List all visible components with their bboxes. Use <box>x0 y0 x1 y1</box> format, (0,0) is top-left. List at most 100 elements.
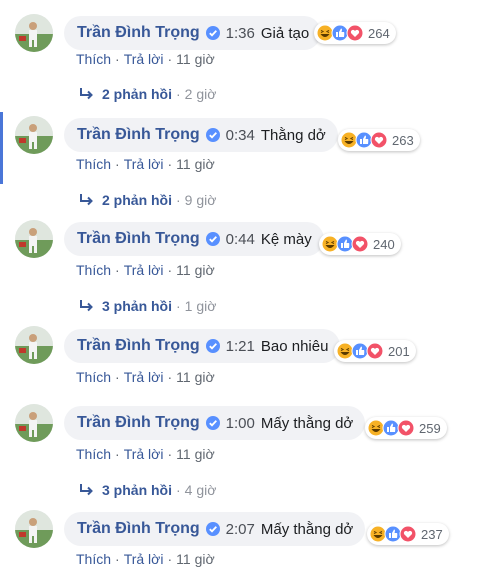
reaction-count: 201 <box>388 343 410 359</box>
comment-bubble: Trần Đình Trọng 1:00 Mấy thằng dở <box>64 406 366 440</box>
like-link[interactable]: Thích <box>76 369 111 385</box>
reply-arrow-icon <box>78 193 94 207</box>
reply-arrow-icon <box>78 299 94 313</box>
reaction-summary[interactable]: 237 <box>367 523 449 545</box>
like-link[interactable]: Thích <box>76 446 111 462</box>
separator-dot: · <box>167 369 173 385</box>
comment-bubble: Trần Đình Trọng 0:44 Kệ mày <box>64 222 324 256</box>
reply-link[interactable]: Trả lời <box>124 446 164 462</box>
avatar[interactable] <box>15 14 53 52</box>
reaction-count: 259 <box>419 420 441 436</box>
comment-age: 11 giờ <box>176 156 215 172</box>
comment-text: Mấy thằng dở <box>260 520 354 538</box>
reaction-count: 264 <box>368 25 390 41</box>
verified-badge-icon <box>205 339 220 353</box>
comment-author[interactable]: Trần Đình Trọng <box>77 24 200 42</box>
comment-text: Mấy thằng dở <box>260 414 354 432</box>
love-icon <box>370 131 388 149</box>
separator-dot: · <box>167 551 173 567</box>
comment-item: Trần Đình Trọng 0:34 Thằng dở 263 Thích ·… <box>0 104 494 214</box>
reaction-count: 240 <box>373 236 395 252</box>
like-link[interactable]: Thích <box>76 262 111 278</box>
verified-badge-icon <box>205 26 220 40</box>
like-link[interactable]: Thích <box>76 156 111 172</box>
video-timestamp-link[interactable]: 1:36 <box>226 25 255 42</box>
reply-arrow-icon <box>78 87 94 101</box>
comment-author[interactable]: Trần Đình Trọng <box>77 520 200 538</box>
comment-actions: Thích · Trả lời · 11 giờ <box>76 262 215 278</box>
separator-dot: · <box>115 262 120 278</box>
comment-age: 11 giờ <box>176 369 215 385</box>
separator-dot: · <box>115 551 120 567</box>
replies-age: 9 giờ <box>184 192 217 208</box>
separator-dot: · <box>115 369 120 385</box>
reply-link[interactable]: Trả lời <box>124 156 164 172</box>
separator-dot: · <box>176 86 181 102</box>
reply-arrow-icon <box>78 483 94 497</box>
avatar[interactable] <box>15 326 53 364</box>
like-link[interactable]: Thích <box>76 551 111 567</box>
separator-dot: · <box>115 446 120 462</box>
reaction-summary[interactable]: 259 <box>365 417 447 439</box>
reaction-summary[interactable]: 264 <box>314 22 396 44</box>
view-replies-link[interactable]: 3 phản hồi · 4 giờ <box>78 482 216 498</box>
verified-badge-icon <box>205 522 220 536</box>
comment-age: 11 giờ <box>176 551 215 567</box>
comment-author[interactable]: Trần Đình Trọng <box>77 414 200 432</box>
reaction-summary[interactable]: 240 <box>319 233 401 255</box>
video-timestamp-link[interactable]: 1:00 <box>226 415 255 432</box>
comment-bubble: Trần Đình Trọng 0:34 Thằng dở <box>64 118 338 152</box>
verified-badge-icon <box>205 416 220 430</box>
separator-dot: · <box>167 262 173 278</box>
replies-age: 1 giờ <box>184 298 217 314</box>
reaction-summary[interactable]: 263 <box>338 129 420 151</box>
comment-author[interactable]: Trần Đình Trọng <box>77 337 200 355</box>
comment-text: Giả tạo <box>260 24 310 42</box>
view-replies-link[interactable]: 2 phản hồi · 2 giờ <box>78 86 216 102</box>
comment-actions: Thích · Trả lời · 11 giờ <box>76 446 215 462</box>
comment-age: 11 giờ <box>176 446 215 462</box>
avatar[interactable] <box>15 220 53 258</box>
reply-link[interactable]: Trả lời <box>124 551 164 567</box>
love-icon <box>351 235 369 253</box>
comment-author[interactable]: Trần Đình Trọng <box>77 230 200 248</box>
separator-dot: · <box>176 298 181 314</box>
comment-bubble: Trần Đình Trọng 1:21 Bao nhiêu <box>64 329 341 363</box>
reaction-count: 263 <box>392 132 414 148</box>
like-link[interactable]: Thích <box>76 51 111 67</box>
reply-link[interactable]: Trả lời <box>124 262 164 278</box>
view-replies-link[interactable]: 3 phản hồi · 1 giờ <box>78 298 216 314</box>
comment-actions: Thích · Trả lời · 11 giờ <box>76 51 215 67</box>
video-timestamp-link[interactable]: 2:07 <box>226 521 255 538</box>
replies-count: 2 phản hồi <box>102 86 172 102</box>
separator-dot: · <box>115 156 120 172</box>
comment-item: Trần Đình Trọng 1:00 Mấy thằng dở 259 Th… <box>0 396 494 506</box>
comment-age: 11 giờ <box>176 262 215 278</box>
love-icon <box>366 342 384 360</box>
avatar[interactable] <box>15 510 53 548</box>
comment-text: Kệ mày <box>260 230 312 248</box>
comment-actions: Thích · Trả lời · 11 giờ <box>76 156 215 172</box>
replies-count: 2 phản hồi <box>102 192 172 208</box>
comment-actions: Thích · Trả lời · 11 giờ <box>76 551 215 567</box>
view-replies-link[interactable]: 2 phản hồi · 9 giờ <box>78 192 216 208</box>
verified-badge-icon <box>205 128 220 142</box>
comment-actions: Thích · Trả lời · 11 giờ <box>76 369 215 385</box>
avatar[interactable] <box>15 116 53 154</box>
comment-item: Trần Đình Trọng 1:21 Bao nhiêu 201 Thích… <box>0 320 494 396</box>
replies-count: 3 phản hồi <box>102 298 172 314</box>
reaction-summary[interactable]: 201 <box>334 340 416 362</box>
comment-text: Bao nhiêu <box>260 337 329 355</box>
comment-author[interactable]: Trần Đình Trọng <box>77 126 200 144</box>
replies-age: 4 giờ <box>184 482 217 498</box>
comment-bubble: Trần Đình Trọng 2:07 Mấy thằng dở <box>64 512 366 546</box>
separator-dot: · <box>176 192 181 208</box>
video-timestamp-link[interactable]: 1:21 <box>226 338 255 355</box>
love-icon <box>346 24 364 42</box>
avatar[interactable] <box>15 404 53 442</box>
reply-link[interactable]: Trả lời <box>124 51 164 67</box>
video-timestamp-link[interactable]: 0:44 <box>226 231 255 248</box>
video-timestamp-link[interactable]: 0:34 <box>226 127 255 144</box>
reply-link[interactable]: Trả lời <box>124 369 164 385</box>
verified-badge-icon <box>205 232 220 246</box>
